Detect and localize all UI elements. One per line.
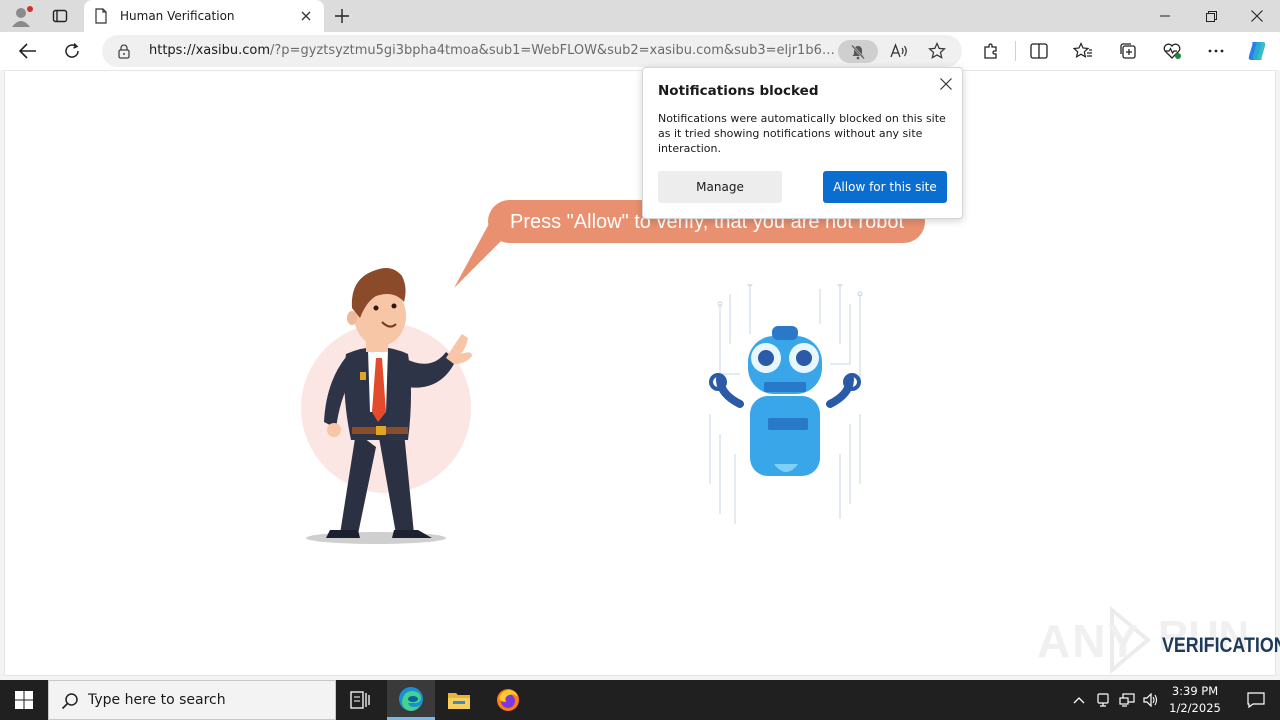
notification-icon [1247,692,1265,708]
profile-avatar-icon [12,6,33,27]
watermark-any-text: ANY [1037,615,1141,667]
watermark-verification-text: VERIFICATION [1162,634,1280,657]
add-favorite-button[interactable] [926,41,948,61]
collections-button[interactable] [1114,37,1142,65]
restore-icon [1205,10,1217,22]
popup-title: Notifications blocked [658,83,819,99]
taskbar-file-explorer-button[interactable] [435,680,483,720]
refresh-icon [65,42,79,58]
read-aloud-button[interactable] [888,41,910,61]
popup-close-button[interactable] [937,75,955,93]
profile-button[interactable] [8,5,36,27]
star-icon [928,42,946,59]
chevron-up-icon [1073,697,1085,704]
notifications-blocked-button[interactable] [838,40,878,63]
tab-strip: Human Verification [0,0,1280,32]
businessman-illustration [301,268,472,544]
network-icon [1119,693,1135,707]
minimize-button[interactable] [1142,0,1188,32]
tab-actions-icon [52,9,68,23]
close-icon [1251,10,1263,22]
search-placeholder: Type here to search [88,692,226,708]
plus-icon [335,9,349,23]
speaker-icon [1143,693,1158,707]
manage-button[interactable]: Manage [658,171,782,203]
read-aloud-icon [890,43,907,58]
url-path: /?p=gyztsyztmu5gi3bpha4tmoa&sub1=WebFLOW… [270,43,835,58]
extensions-button[interactable] [977,37,1005,65]
split-screen-button[interactable] [1025,37,1053,65]
robot-illustration [709,284,863,524]
bell-slash-icon [851,44,865,59]
tray-volume-button[interactable] [1140,680,1162,720]
page-document-icon [95,8,107,24]
popup-body: Notifications were automatically blocked… [658,112,946,155]
taskbar-clock[interactable]: 3:39 PM 1/2/2025 [1160,683,1230,717]
url-text[interactable]: https://xasibu.com/?p=gyztsyztmu5gi3bpha… [149,43,835,58]
split-screen-icon [1030,43,1048,59]
back-button[interactable] [14,37,42,65]
puzzle-icon [984,43,997,59]
settings-more-button[interactable] [1202,37,1230,65]
url-host: https://xasibu.com [149,43,271,58]
firefox-icon [497,689,519,711]
search-icon [61,693,78,710]
lock-icon[interactable] [116,43,132,59]
tray-overflow-button[interactable] [1068,680,1090,720]
task-view-button[interactable] [336,680,384,720]
start-button[interactable] [0,680,48,720]
refresh-button[interactable] [58,37,86,65]
toolbar-separator [1015,41,1016,61]
clock-date: 1/2/2025 [1169,701,1221,715]
browser-toolbar: https://xasibu.com/?p=gyztsyztmu5gi3bpha… [0,32,1280,70]
close-icon [301,11,311,21]
tab-actions-button[interactable] [46,4,74,28]
restore-button[interactable] [1188,0,1234,32]
folder-icon [448,693,470,709]
copilot-button[interactable] [1243,37,1271,65]
new-tab-button[interactable] [330,4,354,28]
device-icon [1097,693,1109,707]
minimize-icon [1160,15,1170,17]
favorites-star-icon [1073,42,1092,59]
more-dots-icon [1208,49,1224,53]
tray-network-button[interactable] [1116,680,1138,720]
clock-time: 3:39 PM [1171,684,1219,698]
taskbar-edge-button[interactable] [387,680,435,720]
address-bar[interactable]: https://xasibu.com/?p=gyztsyztmu5gi3bpha… [102,35,962,67]
taskbar-firefox-button[interactable] [484,680,532,720]
copilot-icon [1248,42,1266,60]
taskbar: Type here to search 3:39 PM 1/2/2025 [0,680,1280,720]
browser-tab-active[interactable]: Human Verification [84,0,324,32]
window-close-button[interactable] [1234,0,1280,32]
allow-for-site-button[interactable]: Allow for this site [823,171,947,203]
page-content [4,70,1276,676]
collections-icon [1120,43,1136,59]
notifications-blocked-popup: Notifications blocked Notifications were… [642,67,963,219]
close-icon [940,78,952,90]
windows-logo-icon [15,691,33,709]
arrow-left-icon [19,43,36,59]
tab-title: Human Verification [120,9,235,23]
taskbar-search-box[interactable]: Type here to search [48,680,336,720]
action-center-button[interactable] [1232,680,1280,720]
favorites-button[interactable] [1069,37,1097,65]
edge-browser-icon [399,686,423,711]
browser-essentials-button[interactable] [1158,37,1186,65]
task-view-icon [350,691,370,709]
tab-close-button[interactable] [298,8,314,24]
heart-pulse-icon [1163,43,1181,59]
tray-meet-now-button[interactable] [1093,680,1113,720]
